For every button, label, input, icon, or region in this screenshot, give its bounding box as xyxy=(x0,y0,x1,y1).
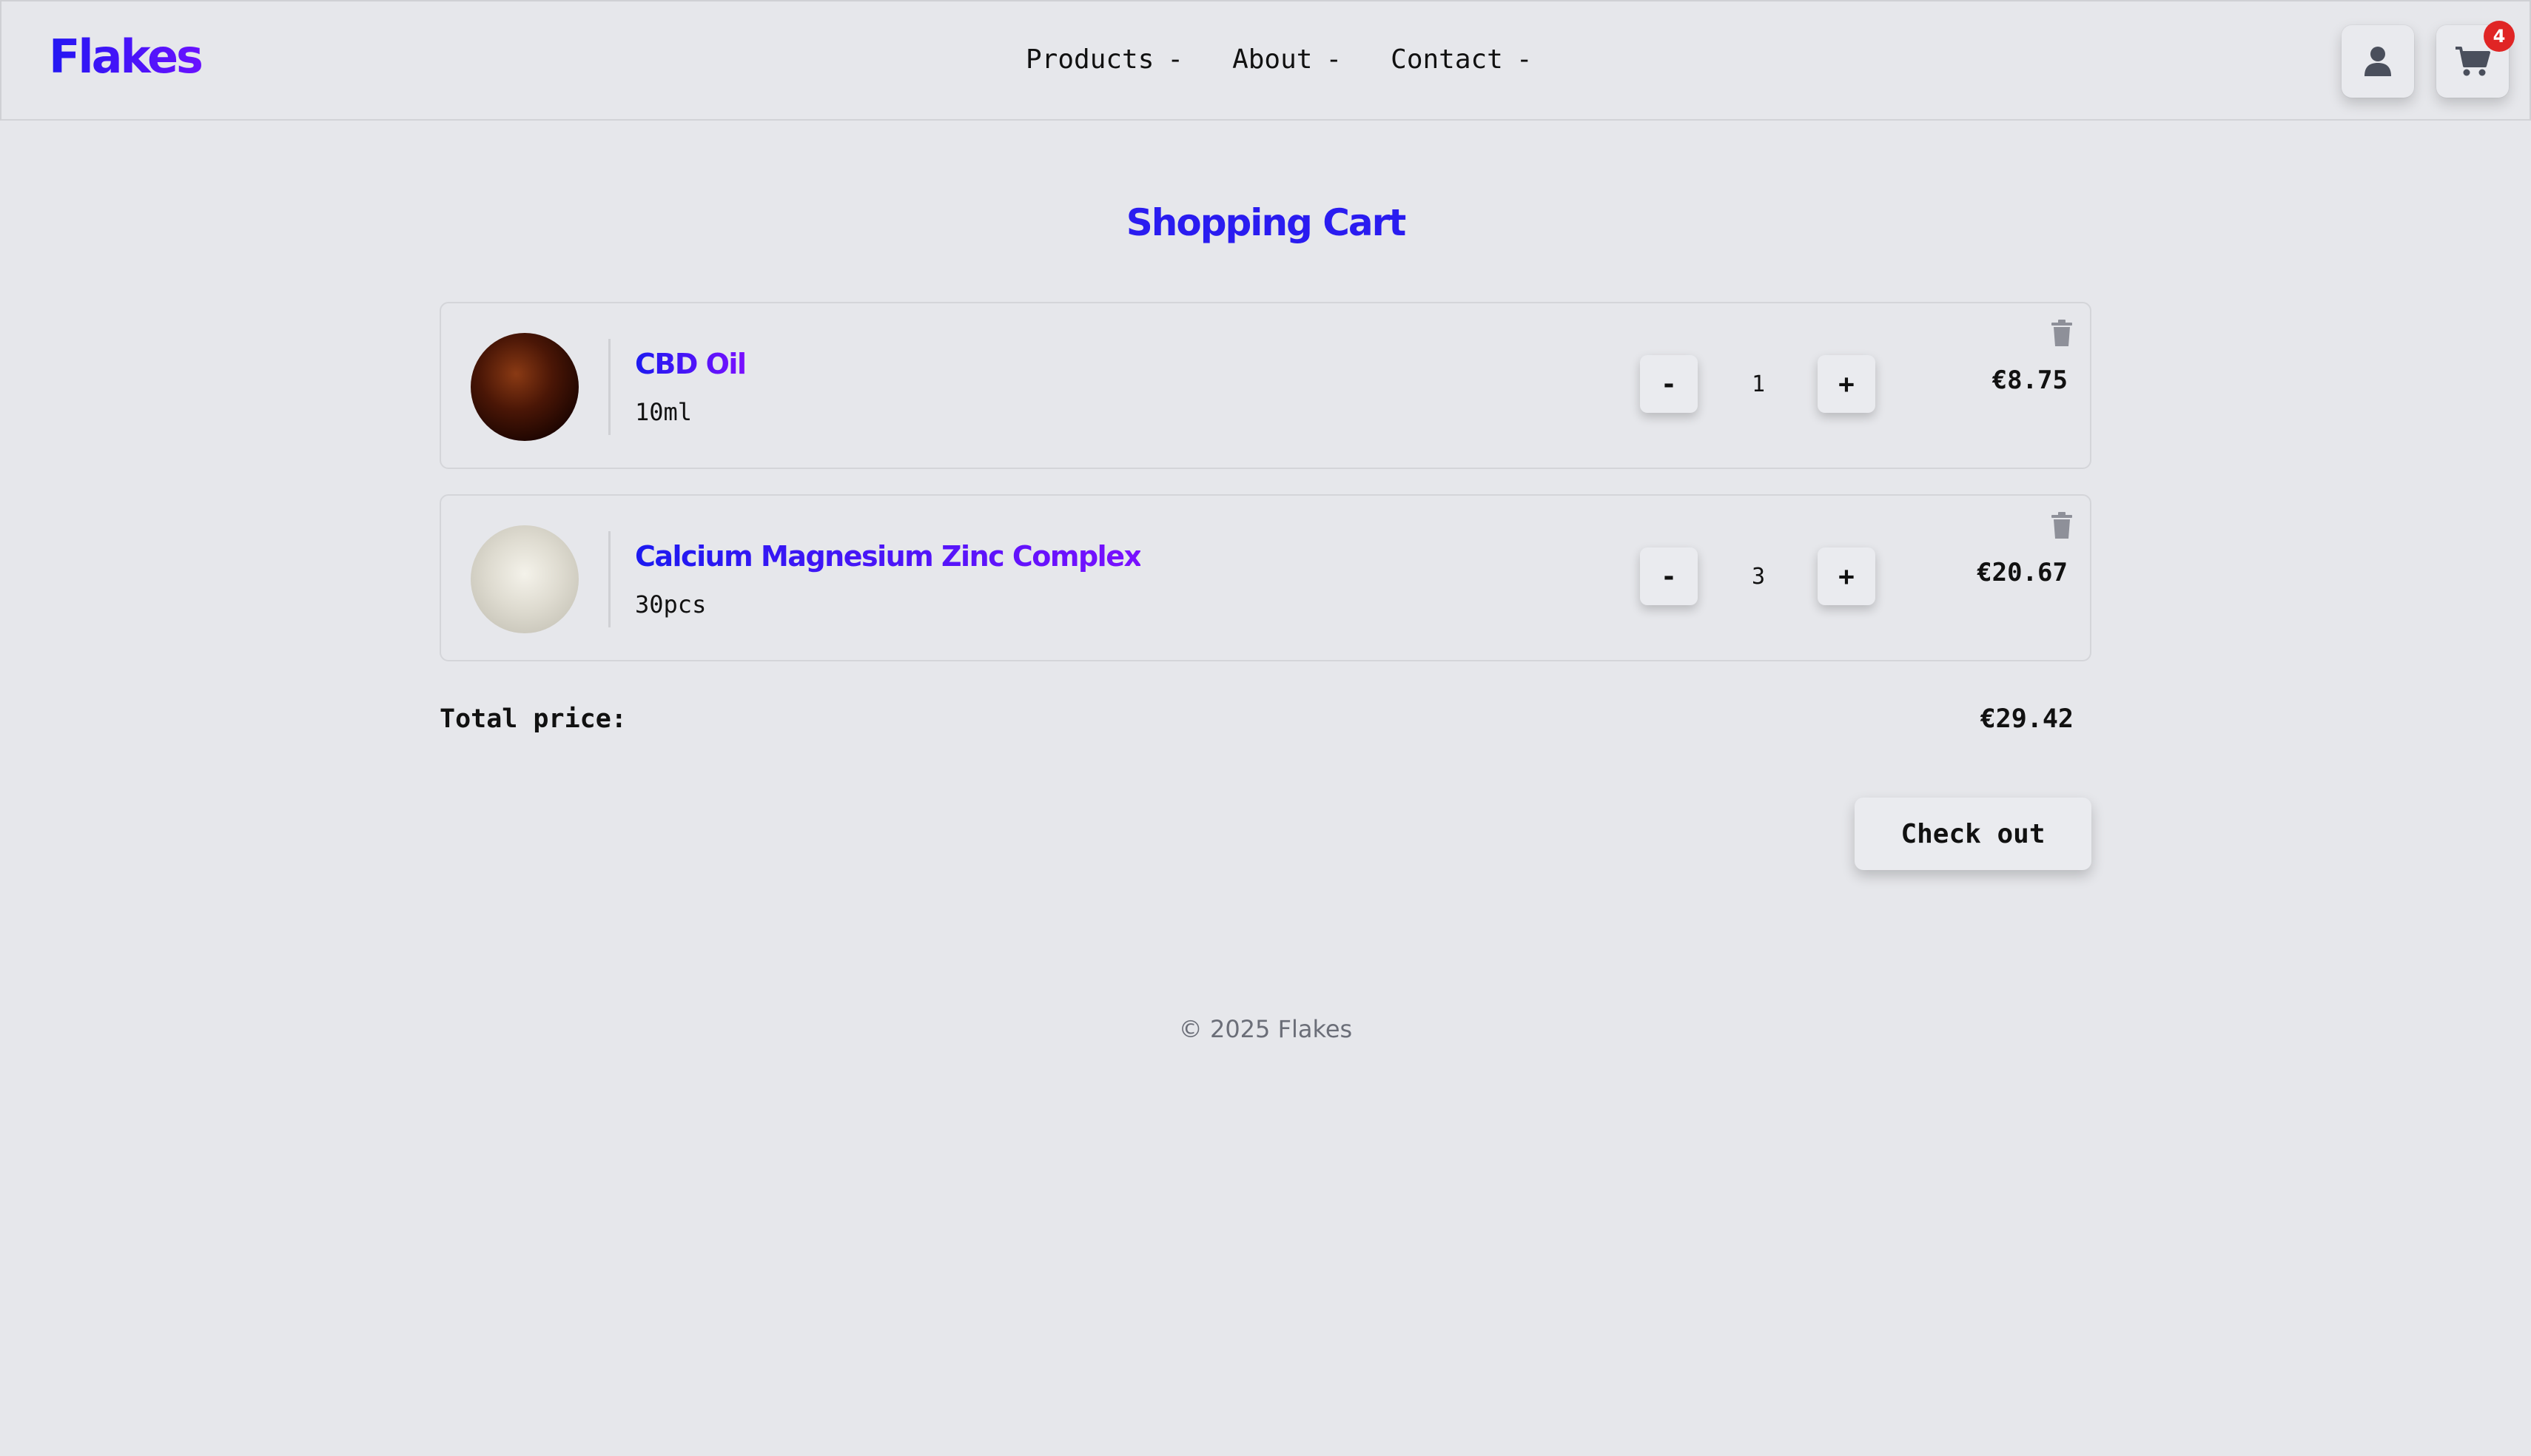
decrease-quantity-button[interactable]: - xyxy=(1640,355,1698,413)
product-name[interactable]: Calcium Magnesium Zinc Complex xyxy=(635,540,1142,573)
trash-icon[interactable] xyxy=(2048,318,2075,348)
total-price-value: €29.42 xyxy=(1980,704,2074,734)
nav-products[interactable]: Products - xyxy=(1026,44,1183,75)
decrease-quantity-button[interactable]: - xyxy=(1640,547,1698,605)
user-icon xyxy=(2364,47,2391,76)
chevron-down-icon: - xyxy=(1516,44,1533,75)
main-nav: Products - About - Contact - xyxy=(1026,44,1533,75)
chevron-down-icon: - xyxy=(1167,44,1184,75)
footer-copyright: © 2025 Flakes xyxy=(1178,1015,1353,1043)
nav-about[interactable]: About - xyxy=(1232,44,1342,75)
page-title: Shopping Cart xyxy=(1126,201,1406,244)
cart-count-badge: 4 xyxy=(2484,21,2515,52)
product-name[interactable]: CBD Oil xyxy=(635,348,747,380)
cart-icon xyxy=(2456,47,2490,76)
cart-item: Calcium Magnesium Zinc Complex 30pcs - 3… xyxy=(440,494,2091,661)
nav-about-label: About xyxy=(1232,44,1313,75)
item-price: €20.67 xyxy=(1977,558,2068,587)
cart-item: CBD Oil 10ml - 1 + €8.75 xyxy=(440,302,2091,469)
site-header: Flakes Products - About - Contact - 4 xyxy=(0,0,2531,121)
quantity-value: 3 xyxy=(1751,563,1766,590)
logo[interactable]: Flakes xyxy=(49,30,204,84)
nav-contact[interactable]: Contact - xyxy=(1391,44,1532,75)
nav-contact-label: Contact xyxy=(1391,44,1503,75)
product-image[interactable] xyxy=(471,333,579,441)
item-price: €8.75 xyxy=(1991,365,2068,395)
cart-button[interactable]: 4 xyxy=(2436,21,2515,98)
chevron-down-icon: - xyxy=(1325,44,1342,75)
quantity-value: 1 xyxy=(1751,371,1766,397)
product-variant: 30pcs xyxy=(635,590,707,619)
increase-quantity-button[interactable]: + xyxy=(1818,547,1875,605)
nav-products-label: Products xyxy=(1026,44,1154,75)
trash-icon[interactable] xyxy=(2048,510,2075,540)
divider xyxy=(608,339,611,435)
checkout-button[interactable]: Check out xyxy=(1855,798,2091,870)
product-variant: 10ml xyxy=(635,398,693,426)
product-image[interactable] xyxy=(471,525,579,633)
divider xyxy=(608,531,611,627)
account-button[interactable] xyxy=(2342,25,2414,98)
total-price-label: Total price: xyxy=(440,704,627,734)
increase-quantity-button[interactable]: + xyxy=(1818,355,1875,413)
